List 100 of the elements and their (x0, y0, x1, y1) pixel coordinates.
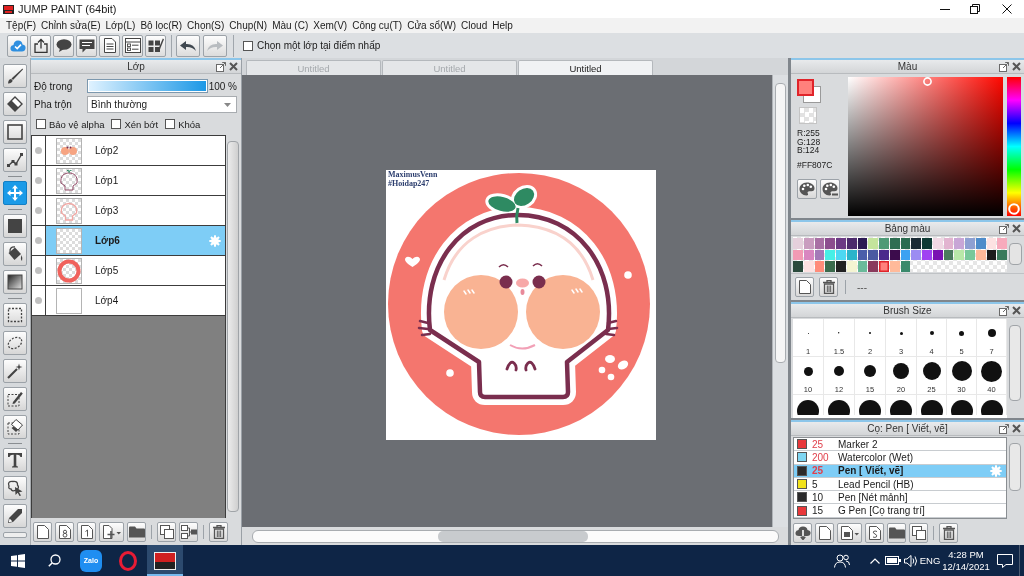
palette-button[interactable] (820, 178, 840, 199)
delete-button[interactable] (819, 277, 838, 297)
palette-swatch[interactable] (793, 249, 803, 260)
palette-swatch[interactable] (975, 249, 986, 260)
menu-item[interactable]: Màu (C) (272, 19, 309, 32)
document-button[interactable] (99, 34, 120, 57)
palette-swatch[interactable] (922, 249, 932, 260)
scrollbar-thumb[interactable] (1009, 325, 1021, 401)
menu-item[interactable]: Chụp(N) (229, 19, 268, 32)
hue-slider[interactable] (1007, 77, 1021, 216)
transparent-swatch[interactable] (799, 107, 817, 124)
page-button[interactable] (33, 521, 52, 542)
grid-button[interactable] (145, 34, 166, 57)
delete-button[interactable] (939, 522, 958, 543)
palette-swatch[interactable] (825, 238, 835, 249)
checkbox[interactable] (243, 40, 253, 51)
popout-icon[interactable] (999, 305, 1009, 316)
popout-icon[interactable] (999, 423, 1009, 434)
tool-button[interactable] (3, 331, 27, 355)
palette-swatch[interactable] (836, 238, 846, 249)
menu-item[interactable]: Bộ lọc(R) (140, 19, 183, 32)
close-icon[interactable] (1012, 62, 1021, 71)
tool-button[interactable] (3, 387, 27, 411)
palette-swatch[interactable] (825, 249, 835, 260)
download-button[interactable] (793, 522, 812, 543)
menu-item[interactable]: Cửa sổ(W) (407, 19, 457, 32)
brush-list-item[interactable]: 25 Marker 2 (794, 438, 1006, 452)
layer-row[interactable]: Lớp3 (32, 196, 225, 226)
palette-swatch[interactable] (997, 238, 1007, 249)
page-button[interactable] (77, 521, 96, 542)
form-button[interactable] (122, 34, 143, 57)
checkbox[interactable] (111, 119, 122, 129)
scrollbar-thumb[interactable] (1009, 243, 1022, 265)
tool-button[interactable] (3, 242, 27, 266)
visibility-dot-icon[interactable] (35, 177, 42, 184)
page-button[interactable] (795, 277, 814, 297)
clock-date[interactable]: 12/14/2021 (942, 560, 990, 573)
palette-swatch[interactable] (857, 261, 868, 272)
palette-swatch[interactable] (943, 238, 954, 249)
menu-item[interactable]: Công cụ(T) (352, 19, 403, 32)
palette-swatch[interactable] (965, 249, 975, 260)
color-field[interactable] (848, 77, 1003, 216)
palette-swatch[interactable] (986, 249, 997, 260)
document-tab[interactable]: Untitled (518, 60, 653, 75)
palette-swatch[interactable] (943, 249, 954, 260)
blend-mode-dropdown[interactable]: Bình thường (87, 96, 237, 113)
palette-swatch[interactable] (889, 249, 900, 260)
palette-swatch[interactable] (814, 261, 825, 272)
palette-swatch[interactable] (868, 249, 878, 260)
layer-row[interactable]: Lớp4 (32, 286, 225, 316)
tool-button[interactable] (3, 92, 27, 116)
palette-swatch[interactable] (889, 238, 900, 249)
scrollbar[interactable] (252, 529, 779, 543)
tool-button[interactable] (3, 181, 27, 205)
palette-swatch[interactable] (803, 249, 814, 260)
palette-swatch[interactable] (814, 238, 825, 249)
palette-swatch[interactable] (965, 238, 975, 249)
clock-time[interactable]: 4:28 PM (948, 548, 984, 561)
palette-swatch[interactable] (879, 249, 889, 260)
menu-item[interactable]: Cloud (461, 19, 488, 32)
palette-swatch[interactable] (793, 261, 803, 272)
palette-swatch[interactable] (857, 238, 868, 249)
tool-button[interactable] (3, 504, 27, 528)
checkbox[interactable] (36, 119, 46, 129)
delete-button[interactable] (209, 521, 228, 542)
visibility-dot-icon[interactable] (35, 237, 42, 244)
palette-swatch[interactable] (954, 249, 964, 260)
palette-swatch[interactable] (836, 261, 846, 272)
page-button[interactable] (865, 522, 884, 543)
palette-swatch[interactable] (857, 249, 868, 260)
share-button[interactable] (30, 34, 51, 57)
palette-swatch[interactable] (911, 249, 921, 260)
menu-item[interactable]: Xem(V) (313, 19, 348, 32)
folder-button[interactable] (127, 521, 146, 542)
folder-button[interactable] (887, 522, 906, 543)
close-icon[interactable] (1012, 224, 1021, 233)
palette-swatch[interactable] (997, 249, 1007, 260)
palette-swatch[interactable] (879, 238, 889, 249)
palette-swatch[interactable] (879, 261, 889, 272)
tool-button[interactable] (3, 415, 27, 439)
copy-button[interactable] (157, 521, 176, 542)
merge-button[interactable] (179, 521, 198, 542)
palette-button[interactable] (797, 178, 817, 199)
visibility-dot-icon[interactable] (35, 207, 42, 214)
popout-icon[interactable] (216, 61, 226, 72)
palette-swatch[interactable] (889, 261, 900, 272)
tool-button[interactable] (3, 64, 27, 88)
palette-swatch[interactable] (932, 238, 943, 249)
tool-button[interactable] (3, 120, 27, 144)
color-swatches-icon[interactable] (797, 79, 821, 103)
scrollbar-thumb[interactable] (227, 141, 239, 512)
palette-swatch[interactable] (900, 249, 911, 260)
message-button[interactable] (76, 34, 97, 57)
brush-list-item[interactable]: 5 Lead Pencil (HB) (794, 477, 1006, 492)
brush-list-item[interactable]: 15 G Pen [Cọ trang trí] (794, 504, 1006, 518)
tool-button[interactable] (3, 214, 27, 238)
palette-swatch[interactable] (922, 238, 932, 249)
undo-button[interactable] (176, 34, 200, 57)
layer-row[interactable]: Lớp2 (32, 136, 225, 166)
palette-swatch[interactable] (846, 238, 857, 249)
